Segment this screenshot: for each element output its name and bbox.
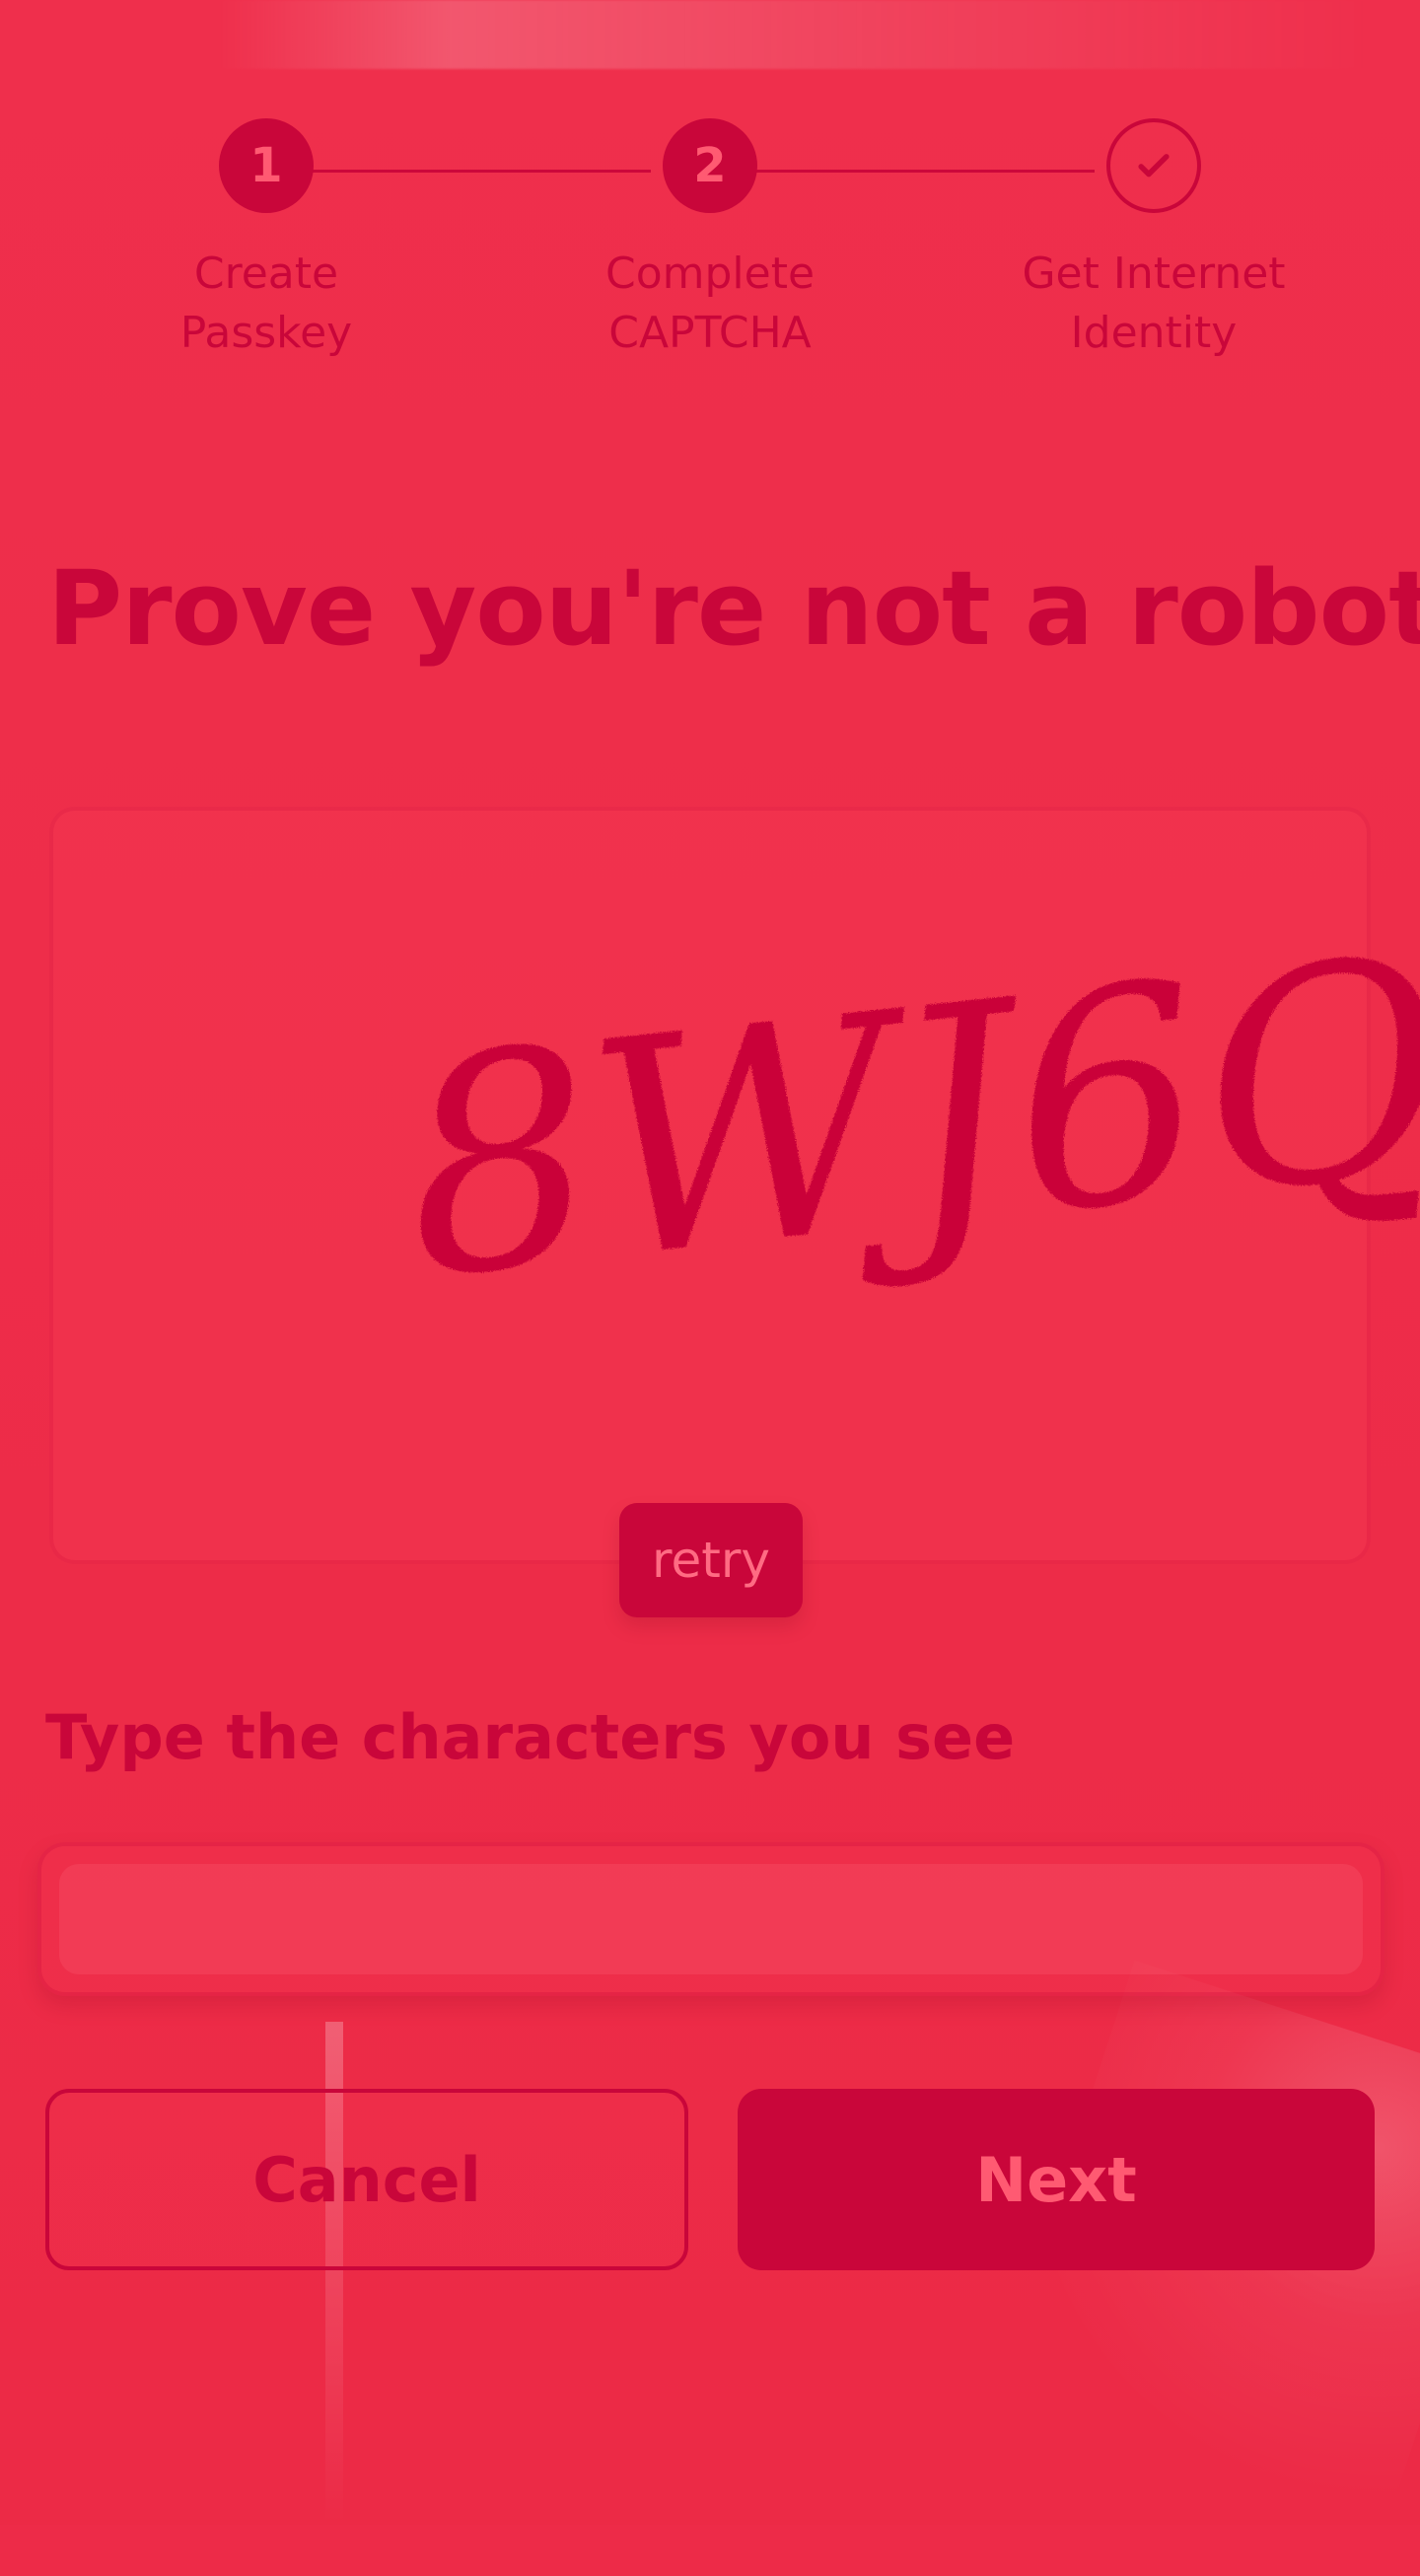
step-1-label: Create Passkey xyxy=(179,249,353,358)
step-1-badge: 1 xyxy=(219,118,314,213)
progress-stepper: 1 Create Passkey 2 Complete CAPTCHA Get … xyxy=(158,118,1286,375)
step-complete-captcha: 2 Complete CAPTCHA xyxy=(562,118,858,363)
step-1-number: 1 xyxy=(249,138,283,193)
svg-text:8WJ6Q: 8WJ6Q xyxy=(389,894,1420,1345)
cancel-label: Cancel xyxy=(252,2143,481,2216)
captcha-retry-button[interactable]: retry xyxy=(619,1503,803,1617)
next-button[interactable]: Next xyxy=(738,2089,1375,2270)
captcha-page: 1 Create Passkey 2 Complete CAPTCHA Get … xyxy=(0,0,1420,2576)
step-3-label: Get Internet Identity xyxy=(1022,249,1286,358)
check-icon xyxy=(1138,154,1170,178)
step-get-internet-identity: Get Internet Identity xyxy=(1006,118,1302,363)
step-2-badge: 2 xyxy=(663,118,757,213)
step-2-label: Complete CAPTCHA xyxy=(604,249,816,358)
page-title: Prove you're not a robot xyxy=(47,548,1420,669)
step-3-badge xyxy=(1106,118,1201,213)
captcha-image: 8WJ6Q xyxy=(389,894,1420,1345)
captcha-input[interactable] xyxy=(59,1864,1363,1974)
cancel-button[interactable]: Cancel xyxy=(45,2089,688,2270)
captcha-container: 8WJ6Q xyxy=(49,807,1420,1564)
captcha-instructions: Type the characters you see xyxy=(45,1701,1016,1773)
next-label: Next xyxy=(975,2143,1137,2216)
captcha-input-wrapper xyxy=(37,1842,1384,1996)
screen-glare-top xyxy=(217,0,1381,69)
captcha-text: 8WJ6Q xyxy=(389,894,1420,1345)
step-create-passkey: 1 Create Passkey xyxy=(118,118,414,363)
retry-label: retry xyxy=(652,1532,770,1589)
step-2-number: 2 xyxy=(693,138,727,193)
